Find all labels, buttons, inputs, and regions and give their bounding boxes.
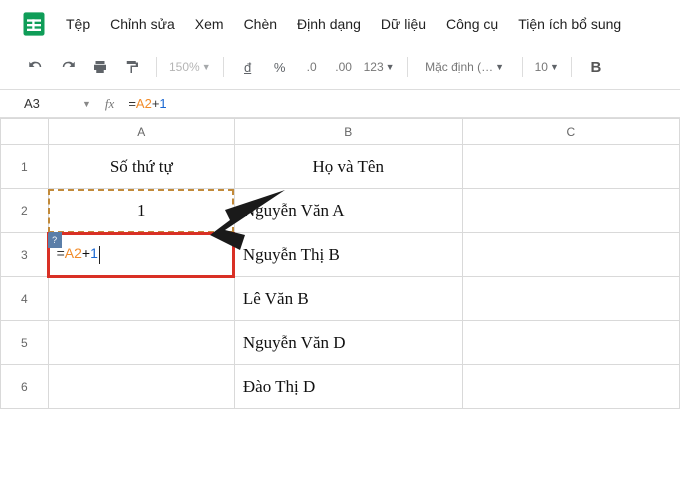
col-header-b[interactable]: B (234, 119, 462, 145)
menu-addons[interactable]: Tiện ích bổ sung (518, 16, 621, 32)
formula-number: 1 (159, 96, 166, 111)
paint-roller-icon (123, 58, 141, 76)
row-header-4[interactable]: 4 (1, 277, 49, 321)
increase-decimal-button[interactable]: .00 (332, 55, 356, 79)
row-6: 6 Đào Thị D (1, 365, 680, 409)
bold-button[interactable]: B (584, 55, 608, 79)
cell-a3-editing[interactable]: ? =A2+1 (48, 233, 234, 277)
select-all-corner[interactable] (1, 119, 49, 145)
spreadsheet-app: Tệp Chỉnh sửa Xem Chèn Định dạng Dữ liệu… (0, 0, 680, 500)
cell-b4[interactable]: Lê Văn B (234, 277, 462, 321)
menu-data[interactable]: Dữ liệu (381, 16, 426, 32)
cell-b5[interactable]: Nguyễn Văn D (234, 321, 462, 365)
chevron-down-icon: ▼ (202, 62, 211, 72)
row-5: 5 Nguyễn Văn D (1, 321, 680, 365)
column-header-row: A B C (1, 119, 680, 145)
menu-view[interactable]: Xem (195, 16, 224, 32)
cell-c3[interactable] (462, 233, 679, 277)
cell-b3[interactable]: Nguyễn Thị B (234, 233, 462, 277)
row-2: 2 1 Nguyễn Văn A (1, 189, 680, 233)
formula-bar[interactable]: =A2+1 (128, 96, 668, 111)
menu-insert[interactable]: Chèn (244, 16, 277, 32)
edit-ref: A2 (65, 245, 82, 261)
chevron-down-icon: ▼ (550, 62, 559, 72)
menu-bar: Tệp Chỉnh sửa Xem Chèn Định dạng Dữ liệu… (0, 0, 680, 49)
cell-a4[interactable] (48, 277, 234, 321)
spreadsheet-grid[interactable]: A B C 1 Số thứ tự Họ và Tên 2 1 Nguyễn V… (0, 118, 680, 500)
font-size-value: 10 (535, 60, 548, 74)
separator (156, 57, 157, 77)
separator (522, 57, 523, 77)
col-header-a[interactable]: A (48, 119, 234, 145)
cell-c5[interactable] (462, 321, 679, 365)
cell-b1[interactable]: Họ và Tên (234, 145, 462, 189)
cell-a1[interactable]: Số thứ tự (48, 145, 234, 189)
row-4: 4 Lê Văn B (1, 277, 680, 321)
cell-a6[interactable] (48, 365, 234, 409)
chevron-down-icon[interactable]: ▼ (82, 99, 91, 109)
percent-button[interactable]: % (268, 55, 292, 79)
edit-plus: + (82, 245, 90, 261)
num-format-label: 123 (364, 60, 384, 74)
zoom-dropdown[interactable]: 150%▼ (169, 55, 211, 79)
toolbar: 150%▼ đ % .0 .00 123▼ Mặc định (…▼ 10▼ B (0, 49, 680, 90)
separator (407, 57, 408, 77)
separator (571, 57, 572, 77)
menu-tools[interactable]: Công cụ (446, 16, 498, 32)
formula-equals: = (128, 96, 136, 111)
chevron-down-icon: ▼ (495, 62, 504, 72)
fx-icon: fx (105, 96, 114, 112)
redo-button[interactable] (56, 55, 80, 79)
currency-label: đ (244, 60, 251, 75)
cell-c4[interactable] (462, 277, 679, 321)
separator (223, 57, 224, 77)
cell-c6[interactable] (462, 365, 679, 409)
grid-table: A B C 1 Số thứ tự Họ và Tên 2 1 Nguyễn V… (0, 118, 680, 409)
font-size-dropdown[interactable]: 10▼ (535, 55, 559, 79)
zoom-value: 150% (169, 60, 200, 74)
decrease-decimal-button[interactable]: .0 (300, 55, 324, 79)
row-header-2[interactable]: 2 (1, 189, 49, 233)
print-button[interactable] (88, 55, 112, 79)
name-box[interactable] (24, 96, 82, 111)
row-3: 3 ? =A2+1 Nguyễn Thị B (1, 233, 680, 277)
name-box-row: ▼ fx =A2+1 (0, 90, 680, 118)
currency-button[interactable]: đ (236, 55, 260, 79)
cell-b2[interactable]: Nguyễn Văn A (234, 189, 462, 233)
chevron-down-icon: ▼ (386, 62, 395, 72)
undo-icon (27, 58, 45, 76)
number-format-dropdown[interactable]: 123▼ (364, 55, 395, 79)
cell-c1[interactable] (462, 145, 679, 189)
formula-ref: A2 (136, 96, 152, 111)
menu-format[interactable]: Định dạng (297, 16, 361, 32)
menu-items: Tệp Chỉnh sửa Xem Chèn Định dạng Dữ liệu… (66, 16, 621, 32)
row-header-1[interactable]: 1 (1, 145, 49, 189)
row-header-3[interactable]: 3 (1, 233, 49, 277)
cell-a5[interactable] (48, 321, 234, 365)
cell-c2[interactable] (462, 189, 679, 233)
sheets-logo-icon[interactable] (20, 10, 48, 38)
col-header-c[interactable]: C (462, 119, 679, 145)
undo-button[interactable] (24, 55, 48, 79)
row-1: 1 Số thứ tự Họ và Tên (1, 145, 680, 189)
formula-hint-tab[interactable]: ? (48, 232, 62, 248)
redo-icon (59, 58, 77, 76)
font-dropdown[interactable]: Mặc định (…▼ (420, 55, 510, 79)
paint-format-button[interactable] (120, 55, 144, 79)
menu-file[interactable]: Tệp (66, 16, 90, 32)
text-cursor (99, 246, 100, 264)
row-header-6[interactable]: 6 (1, 365, 49, 409)
dec-less-label: .0 (307, 60, 317, 74)
menu-edit[interactable]: Chỉnh sửa (110, 16, 175, 32)
print-icon (91, 58, 109, 76)
cell-b6[interactable]: Đào Thị D (234, 365, 462, 409)
edit-number: 1 (90, 245, 98, 261)
sheets-icon (20, 10, 48, 38)
dec-more-label: .00 (335, 60, 352, 74)
font-label: Mặc định (… (425, 60, 493, 74)
row-header-5[interactable]: 5 (1, 321, 49, 365)
cell-a2[interactable]: 1 (48, 189, 234, 233)
